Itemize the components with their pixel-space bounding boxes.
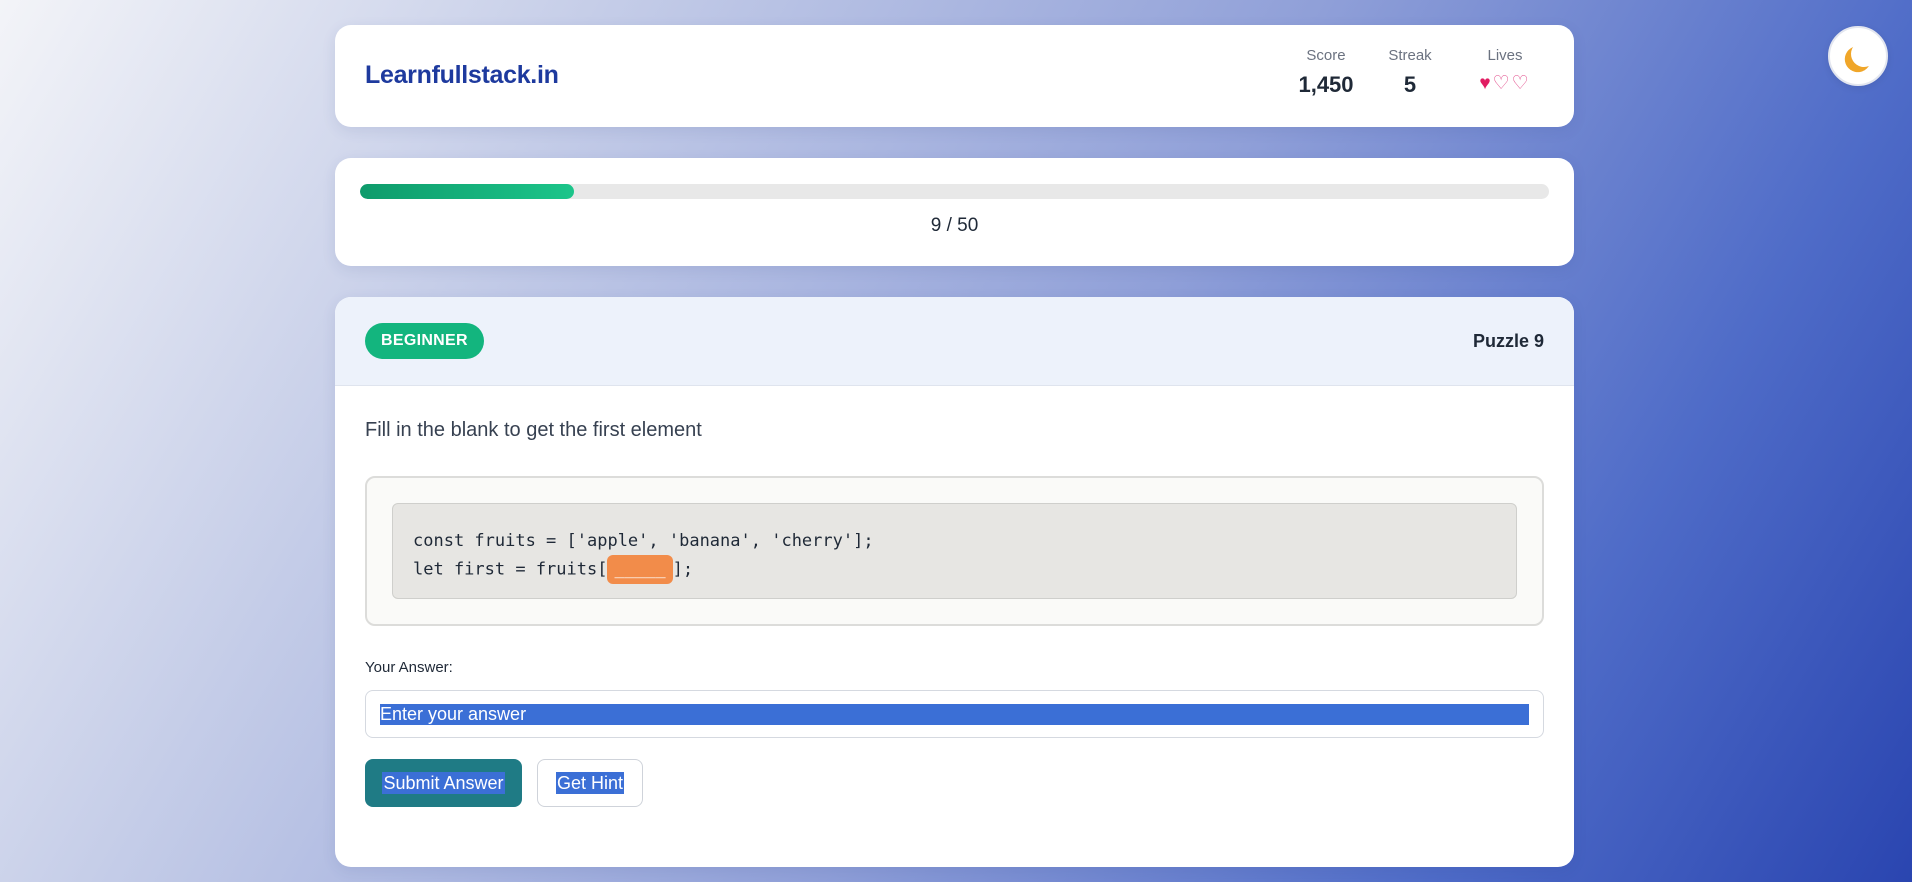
code-prefix: let first = fruits[ bbox=[413, 559, 608, 580]
answer-input[interactable] bbox=[365, 690, 1544, 738]
hint-label: Get Hint bbox=[555, 771, 625, 794]
get-hint-button[interactable]: Get Hint bbox=[537, 759, 643, 807]
puzzle-prompt: Fill in the blank to get the first eleme… bbox=[365, 419, 702, 441]
code-container: const fruits = ['apple', 'banana', 'cher… bbox=[365, 476, 1544, 626]
lives-label: Lives bbox=[1487, 47, 1523, 64]
heart-icon: ♥ bbox=[1479, 73, 1493, 94]
progress-bar bbox=[360, 184, 1549, 199]
theme-toggle-button[interactable] bbox=[1828, 26, 1888, 86]
progress-card: 9 / 50 bbox=[335, 158, 1574, 266]
difficulty-badge: BEGINNER bbox=[365, 323, 484, 359]
answer-label: Your Answer: bbox=[365, 659, 453, 676]
code-line: let first = fruits[_____]; bbox=[413, 555, 1516, 584]
score-label: Score bbox=[1306, 47, 1346, 64]
broken-heart-icon: ♡ bbox=[1511, 73, 1531, 94]
lives-hearts: ♥♡♡ bbox=[1461, 72, 1549, 95]
score-stat: Score 1,450 bbox=[1291, 47, 1361, 98]
lives-stat: Lives ♥♡♡ bbox=[1461, 47, 1549, 95]
broken-heart-icon: ♡ bbox=[1492, 73, 1512, 94]
code-blank: _____ bbox=[607, 555, 673, 584]
streak-label: Streak bbox=[1388, 47, 1432, 64]
moon-icon bbox=[1849, 39, 1879, 69]
code-line: const fruits = ['apple', 'banana', 'cher… bbox=[413, 531, 874, 551]
progress-text: 9 / 50 bbox=[930, 215, 979, 236]
score-value: 1,450 bbox=[1298, 72, 1354, 97]
streak-stat: Streak 5 bbox=[1378, 47, 1442, 98]
header-card: Learnfullstack.in Score 1,450 Streak 5 L… bbox=[335, 25, 1574, 127]
submit-label: Submit Answer bbox=[382, 771, 505, 794]
code-suffix: ]; bbox=[672, 559, 694, 580]
submit-answer-button[interactable]: Submit Answer bbox=[365, 759, 522, 807]
progress-bar-fill bbox=[360, 184, 575, 199]
puzzle-header: BEGINNER Puzzle 9 bbox=[335, 297, 1574, 386]
puzzle-number: Puzzle 9 bbox=[1472, 331, 1544, 351]
streak-value: 5 bbox=[1403, 72, 1417, 97]
brand-title[interactable]: Learnfullstack.in bbox=[365, 61, 559, 90]
code-block: const fruits = ['apple', 'banana', 'cher… bbox=[392, 503, 1517, 599]
puzzle-card: BEGINNER Puzzle 9 Fill in the blank to g… bbox=[335, 297, 1574, 867]
